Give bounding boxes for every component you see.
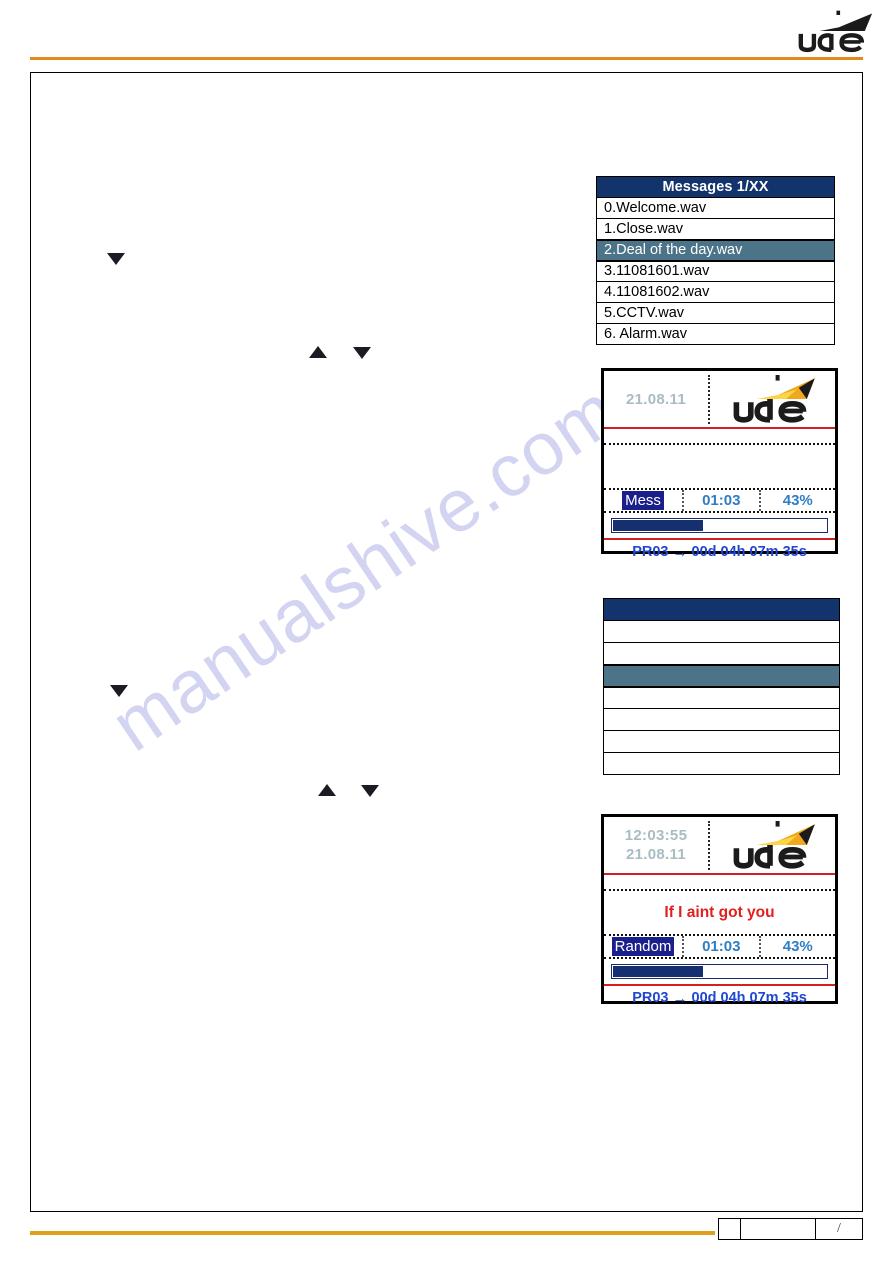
device-1-percent: 43% bbox=[782, 492, 813, 509]
table-row[interactable]: 4.11081602.wav bbox=[596, 281, 835, 303]
device-1-progress-wrap bbox=[604, 513, 835, 540]
device-2-header-divider bbox=[708, 821, 710, 870]
device-2-logo bbox=[708, 821, 835, 869]
device-2-footer: PR03 → 00d 04h 07m 35s bbox=[604, 986, 835, 1010]
device-1-program: PR03 bbox=[632, 544, 669, 560]
ude-logo-icon bbox=[798, 10, 873, 53]
device-display-panel-2: 12:03:55 21.08.11 If I aint got you Rand… bbox=[601, 814, 838, 1007]
device-1-status-row: Mess 01:03 43% bbox=[604, 490, 835, 513]
blank-table-title bbox=[603, 598, 840, 621]
device-2-mode[interactable]: Random bbox=[604, 936, 682, 957]
footer-info-box: / bbox=[718, 1218, 863, 1240]
triangle-up-icon bbox=[309, 346, 327, 358]
table-row[interactable] bbox=[603, 642, 840, 665]
message-item-label[interactable]: 4.11081602.wav bbox=[596, 281, 835, 303]
header-accent-rule bbox=[30, 57, 863, 60]
footer-accent-rule bbox=[30, 1231, 715, 1235]
arrow-right-icon: → bbox=[672, 543, 688, 561]
messages-table[interactable]: Messages 1/XX 0.Welcome.wav 1.Close.wav … bbox=[596, 176, 835, 345]
device-2-header: 12:03:55 21.08.11 bbox=[604, 817, 835, 875]
device-1-progress-bar[interactable] bbox=[611, 518, 828, 533]
device-1-mode[interactable]: Mess bbox=[604, 490, 682, 511]
blank-template-table[interactable] bbox=[603, 598, 840, 775]
triangle-down-icon bbox=[107, 253, 125, 265]
message-item-label[interactable]: 1.Close.wav bbox=[596, 218, 835, 240]
blank-item[interactable] bbox=[603, 686, 840, 709]
device-1-clock: 21.08.11 bbox=[604, 390, 708, 409]
device-display-panel-1: 21.08.11 Mess 01:03 43% PR03 → 00d 04h 0… bbox=[601, 368, 838, 561]
table-row[interactable] bbox=[603, 620, 840, 643]
table-row-selected[interactable]: 2.Deal of the day.wav bbox=[596, 238, 835, 262]
device-2-date: 21.08.11 bbox=[626, 846, 686, 863]
device-1-header: 21.08.11 bbox=[604, 371, 835, 429]
device-1-header-divider bbox=[708, 375, 710, 424]
blank-item[interactable] bbox=[603, 663, 840, 688]
device-2-clock: 12:03:55 21.08.11 bbox=[604, 826, 708, 864]
message-item-label[interactable]: 0.Welcome.wav bbox=[596, 197, 835, 219]
device-1-spacer-row bbox=[604, 429, 835, 445]
table-row[interactable]: 1.Close.wav bbox=[596, 218, 835, 240]
device-2-spacer-row bbox=[604, 875, 835, 891]
triangle-down-icon bbox=[361, 785, 379, 797]
device-2-mode-label: Random bbox=[611, 937, 675, 956]
table-row[interactable] bbox=[603, 752, 840, 775]
footer-cell-1 bbox=[718, 1218, 740, 1240]
footer-cell-page: / bbox=[815, 1218, 863, 1240]
blank-item[interactable] bbox=[603, 642, 840, 665]
device-2-now-playing-title: If I aint got you bbox=[604, 891, 835, 936]
blank-item[interactable] bbox=[603, 620, 840, 643]
device-2-time: 12:03:55 bbox=[624, 827, 688, 844]
device-2-percent: 43% bbox=[782, 938, 813, 955]
device-2-progress-bar[interactable] bbox=[611, 964, 828, 979]
arrow-right-icon: → bbox=[672, 989, 688, 1007]
table-row[interactable] bbox=[603, 730, 840, 753]
ude-logo-icon bbox=[733, 375, 815, 423]
device-2-status-row: Random 01:03 43% bbox=[604, 936, 835, 959]
table-row[interactable] bbox=[603, 686, 840, 709]
table-row[interactable] bbox=[603, 708, 840, 731]
device-2-program: PR03 bbox=[632, 990, 669, 1006]
message-item-label[interactable]: 5.CCTV.wav bbox=[596, 302, 835, 324]
table-row-selected[interactable] bbox=[603, 663, 840, 688]
device-2-progress-wrap bbox=[604, 959, 835, 986]
triangle-down-icon bbox=[353, 347, 371, 359]
device-1-countdown: 00d 04h 07m 35s bbox=[691, 544, 807, 560]
footer-page-separator: / bbox=[837, 1221, 841, 1236]
device-2-countdown: 00d 04h 07m 35s bbox=[691, 990, 807, 1006]
table-row[interactable]: 5.CCTV.wav bbox=[596, 302, 835, 324]
device-2-elapsed: 01:03 bbox=[702, 938, 741, 955]
messages-table-header-row: Messages 1/XX bbox=[596, 176, 835, 198]
table-row[interactable]: 6. Alarm.wav bbox=[596, 323, 835, 345]
ude-logo-icon bbox=[733, 821, 815, 869]
message-item-label[interactable]: 3.11081601.wav bbox=[596, 260, 835, 282]
message-item-label[interactable]: 6. Alarm.wav bbox=[596, 323, 835, 345]
device-1-now-playing-title bbox=[604, 445, 835, 490]
header-ude-logo bbox=[795, 8, 875, 54]
footer-cell-2 bbox=[740, 1218, 815, 1240]
device-1-date: 21.08.11 bbox=[626, 390, 686, 408]
blank-item[interactable] bbox=[603, 752, 840, 775]
device-1-mode-label: Mess bbox=[622, 491, 664, 510]
triangle-down-icon bbox=[110, 685, 128, 697]
device-2-progress-fill bbox=[613, 966, 704, 977]
blank-item[interactable] bbox=[603, 708, 840, 731]
device-1-logo bbox=[708, 375, 835, 423]
triangle-up-icon bbox=[318, 784, 336, 796]
table-row[interactable]: 3.11081601.wav bbox=[596, 260, 835, 282]
device-1-elapsed: 01:03 bbox=[702, 492, 741, 509]
device-1-footer: PR03 → 00d 04h 07m 35s bbox=[604, 540, 835, 564]
blank-item[interactable] bbox=[603, 730, 840, 753]
blank-table-header-row bbox=[603, 598, 840, 621]
table-row[interactable]: 0.Welcome.wav bbox=[596, 197, 835, 219]
message-item-label[interactable]: 2.Deal of the day.wav bbox=[596, 238, 835, 262]
device-1-progress-fill bbox=[613, 520, 704, 531]
messages-table-title: Messages 1/XX bbox=[596, 176, 835, 198]
